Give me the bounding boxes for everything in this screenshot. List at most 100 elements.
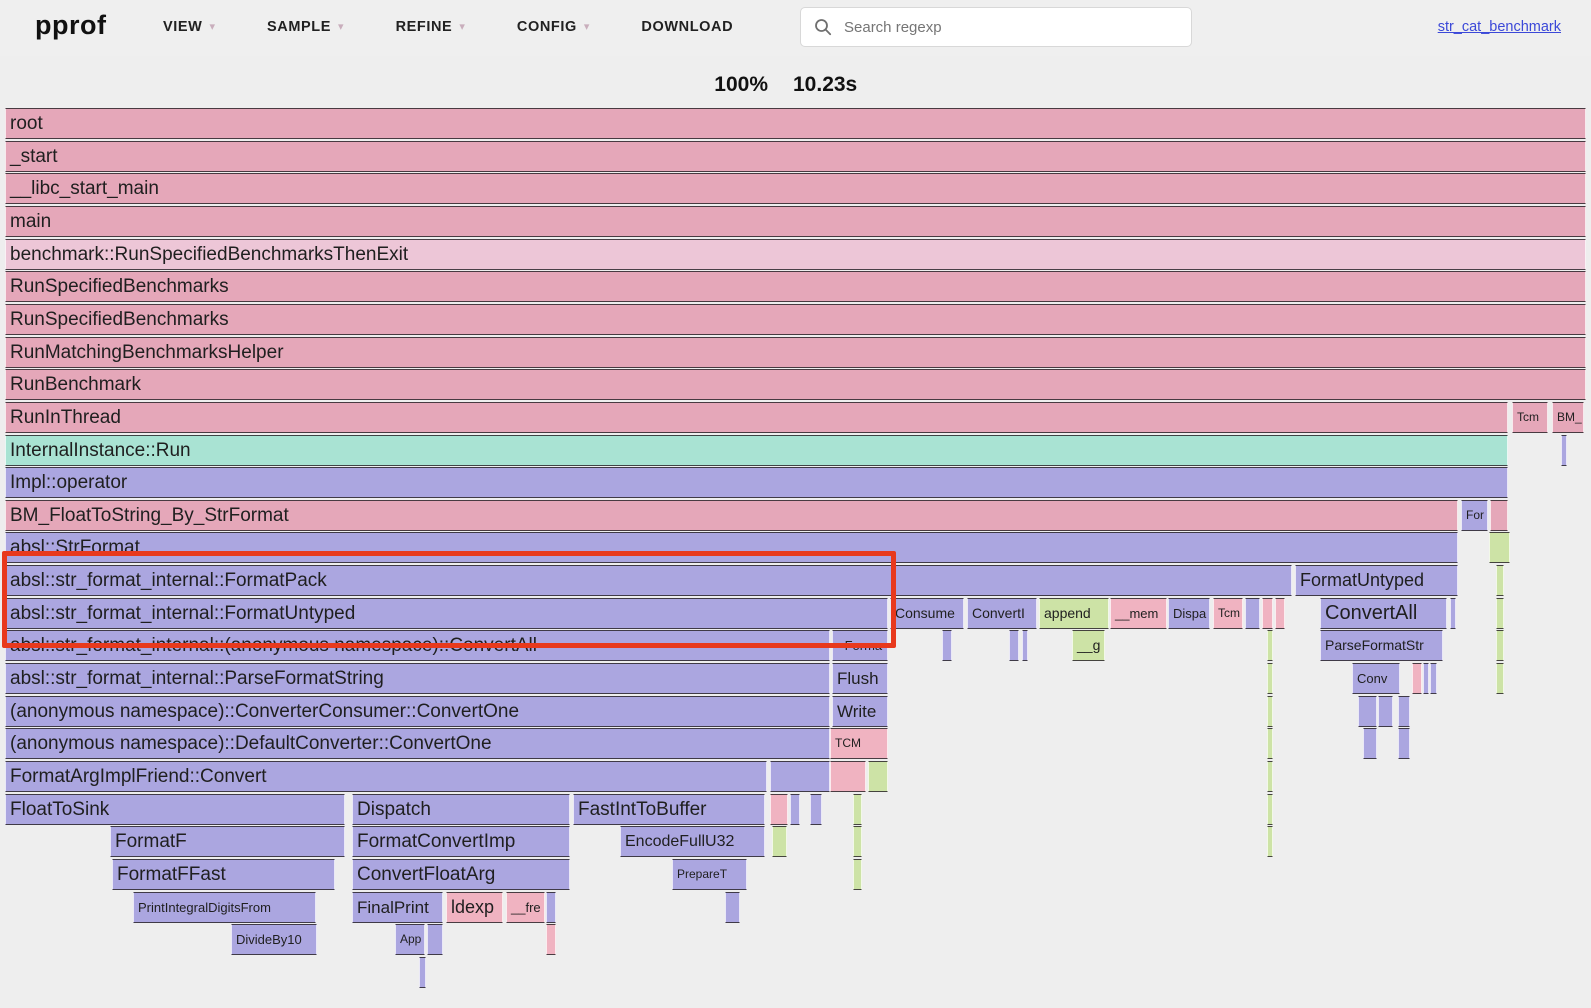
search-input[interactable] [842,18,1191,37]
flame-box[interactable]: Dispa [1168,598,1210,629]
flame-box[interactable]: Conv [1352,663,1400,694]
flame-box-sliver[interactable] [546,892,556,923]
flame-box-sliver[interactable] [772,826,787,857]
flame-box[interactable]: __mem [1110,598,1167,629]
flame-box-sliver[interactable] [1412,663,1422,694]
flame-box[interactable]: FloatToSink [5,794,345,825]
menu-view[interactable]: VIEW▾ [163,19,215,35]
flame-box-sliver[interactable] [1267,630,1273,661]
flame-box-sliver[interactable] [725,892,740,923]
flame-box-sliver[interactable] [1398,728,1410,759]
flame-box[interactable]: RunInThread [5,402,1508,433]
flame-box-sliver[interactable] [942,630,952,661]
flame-box[interactable]: __libc_start_main [5,173,1586,204]
flame-box-sliver[interactable] [1009,630,1019,661]
flame-box-sliver[interactable] [868,761,888,792]
flame-box[interactable]: PrintIntegralDigitsFrom [133,892,316,923]
flame-box-sliver[interactable] [1267,794,1273,825]
flame-box[interactable]: App [395,924,425,955]
flame-box[interactable]: main [5,206,1586,237]
flame-box[interactable]: For [1461,500,1488,531]
flame-box[interactable]: Tcm [1512,402,1548,433]
flame-box[interactable]: FormatArgImplFriend::Convert [5,761,767,792]
menu-download[interactable]: DOWNLOAD [641,19,733,35]
flame-box-sliver[interactable] [1496,663,1504,694]
flame-box[interactable]: FormatUntyped [1295,565,1458,596]
menu-refine[interactable]: REFINE▾ [396,19,465,35]
flame-box[interactable]: Dispatch [352,794,570,825]
flame-box-sliver[interactable] [1275,598,1285,629]
flame-box[interactable]: ParseFormatStr [1320,630,1443,661]
flame-box[interactable]: absl::str_format_internal::FormatPack [5,565,1292,596]
flame-box-sliver[interactable] [427,924,443,955]
flame-box[interactable]: FormatFFast [112,859,335,890]
flame-box-sliver[interactable] [1262,598,1273,629]
flame-box[interactable]: _start [5,141,1586,172]
flame-box-sliver[interactable] [546,924,556,955]
flame-box[interactable]: EncodeFullU32 [620,826,765,857]
flame-box[interactable]: RunMatchingBenchmarksHelper [5,337,1586,368]
flame-box[interactable]: Write [832,696,888,727]
flame-box-sliver[interactable] [1358,696,1377,727]
flame-box[interactable]: __fre [506,892,545,923]
flame-box[interactable]: RunBenchmark [5,369,1586,400]
flame-box[interactable]: DivideBy10 [231,924,317,955]
flame-box[interactable]: InternalInstance::Run [5,435,1508,466]
flame-box-sliver[interactable] [790,794,800,825]
flame-box-sliver[interactable] [1450,598,1456,629]
flame-box[interactable]: (anonymous namespace)::DefaultConverter:… [5,728,830,759]
flame-box-sliver[interactable] [419,957,426,988]
flame-box-sliver[interactable] [1267,728,1273,759]
flame-box-sliver[interactable] [1496,598,1504,629]
flame-box[interactable]: PrepareT [672,859,747,890]
flame-box-sliver[interactable] [1267,663,1273,694]
flame-box[interactable]: FastIntToBuffer [573,794,765,825]
flame-box[interactable]: RunSpecifiedBenchmarks [5,304,1586,335]
flame-box-sliver[interactable] [853,859,862,890]
flame-box[interactable]: Consume [890,598,964,629]
flame-box-sliver[interactable] [1267,696,1273,727]
menu-sample[interactable]: SAMPLE▾ [267,19,344,35]
flame-box-sliver[interactable] [1378,696,1393,727]
flame-box[interactable]: root [5,108,1586,139]
flame-box-sliver[interactable] [1022,630,1028,661]
flame-box-sliver[interactable] [1363,728,1377,759]
flame-box[interactable]: benchmark::RunSpecifiedBenchmarksThenExi… [5,239,1586,270]
flame-box-sliver[interactable] [1496,565,1504,596]
flame-box-sliver[interactable] [1496,630,1504,661]
flame-box[interactable]: absl::StrFormat [5,532,1458,563]
flame-box[interactable]: FinalPrint [352,892,443,923]
flame-box[interactable]: ConvertAll [1320,598,1447,629]
flame-box-sliver[interactable] [1423,663,1429,694]
flame-box[interactable]: FormatF [110,826,345,857]
flame-box-sliver[interactable] [1430,663,1437,694]
flame-box[interactable]: ConvertI [967,598,1037,629]
flame-box-sliver[interactable] [853,826,862,857]
benchmark-link[interactable]: str_cat_benchmark [1438,19,1561,35]
flame-box-sliver[interactable] [1561,435,1567,466]
flame-box[interactable]: absl::str_format_internal::(anonymous na… [5,630,830,661]
flame-box[interactable]: Tcm [1213,598,1243,629]
flame-box[interactable]: Flush [832,663,888,694]
flame-box-sliver[interactable] [1489,532,1510,563]
flame-box[interactable]: (anonymous namespace)::ConverterConsumer… [5,696,830,727]
flame-box-sliver[interactable] [770,794,788,825]
search-box[interactable] [800,7,1192,47]
flame-box[interactable]: append [1039,598,1109,629]
flame-box[interactable]: ldexp [446,892,503,923]
flame-box-sliver[interactable] [830,761,866,792]
flame-box[interactable]: absl::str_format_internal::FormatUntyped [5,598,888,629]
flame-box-sliver[interactable] [1490,500,1508,531]
flame-box[interactable]: TCM [830,728,888,759]
flame-box-sliver[interactable] [1245,598,1260,629]
flame-box[interactable]: absl::str_format_internal::ParseFormatSt… [5,663,830,694]
flame-box[interactable]: Impl::operator [5,467,1508,498]
flame-box-sliver[interactable] [1398,696,1410,727]
flame-box[interactable]: __g [1072,630,1105,661]
menu-config[interactable]: CONFIG▾ [517,19,590,35]
flame-box[interactable]: ~Forma [832,630,888,661]
flame-box[interactable]: ConvertFloatArg [352,859,570,890]
flame-box[interactable]: FormatConvertImp [352,826,570,857]
flame-box[interactable]: RunSpecifiedBenchmarks [5,271,1586,302]
flame-box-sliver[interactable] [1267,826,1273,857]
